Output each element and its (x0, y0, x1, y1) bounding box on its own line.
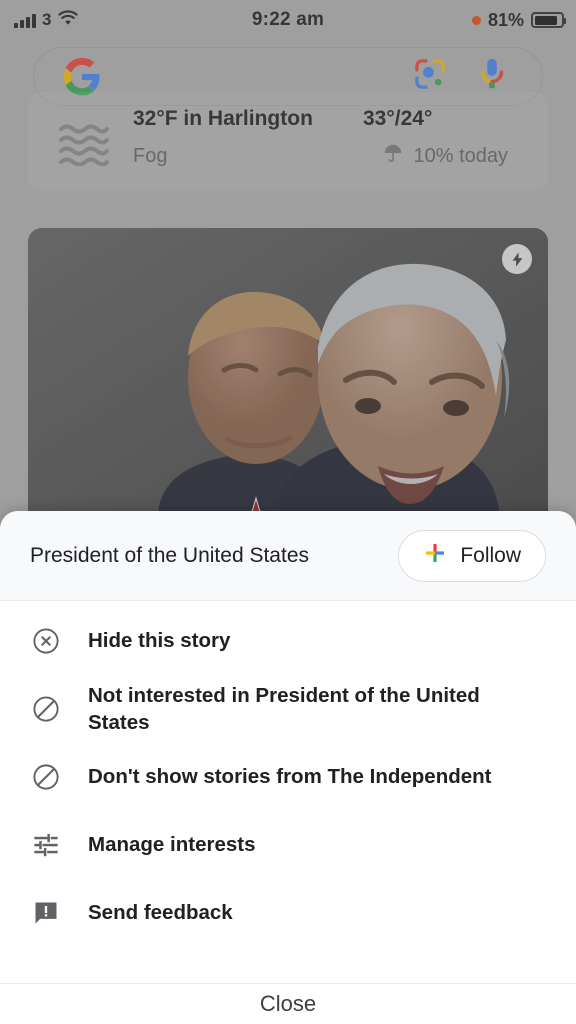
sheet-footer: Close (0, 983, 576, 1024)
block-icon (30, 693, 62, 725)
sheet-header: President of the United States Follow (0, 511, 576, 601)
menu-item-dont-show-source[interactable]: Don't show stories from The Independent (0, 743, 576, 811)
menu-item-label: Hide this story (88, 629, 231, 653)
menu-item-manage-interests[interactable]: Manage interests (0, 811, 576, 879)
follow-button[interactable]: Follow (398, 529, 546, 582)
cancel-circle-icon (30, 625, 62, 657)
feedback-bubble-icon (30, 897, 62, 929)
options-menu: Hide this story Not interested in Presid… (0, 601, 576, 947)
story-options-bottom-sheet: President of the United States Follow Hi… (0, 511, 576, 1024)
sheet-title: President of the United States (30, 543, 309, 567)
menu-item-label: Manage interests (88, 833, 256, 857)
menu-item-not-interested[interactable]: Not interested in President of the Unite… (0, 675, 576, 743)
menu-item-label: Send feedback (88, 901, 233, 925)
menu-item-hide-this-story[interactable]: Hide this story (0, 607, 576, 675)
follow-button-label: Follow (460, 543, 521, 567)
block-icon (30, 761, 62, 793)
menu-item-send-feedback[interactable]: Send feedback (0, 879, 576, 947)
menu-item-label: Don't show stories from The Independent (88, 765, 492, 789)
google-plus-icon (423, 541, 447, 570)
tune-sliders-icon (30, 829, 62, 861)
menu-item-label: Not interested in President of the Unite… (88, 683, 480, 734)
close-button[interactable]: Close (260, 991, 316, 1017)
